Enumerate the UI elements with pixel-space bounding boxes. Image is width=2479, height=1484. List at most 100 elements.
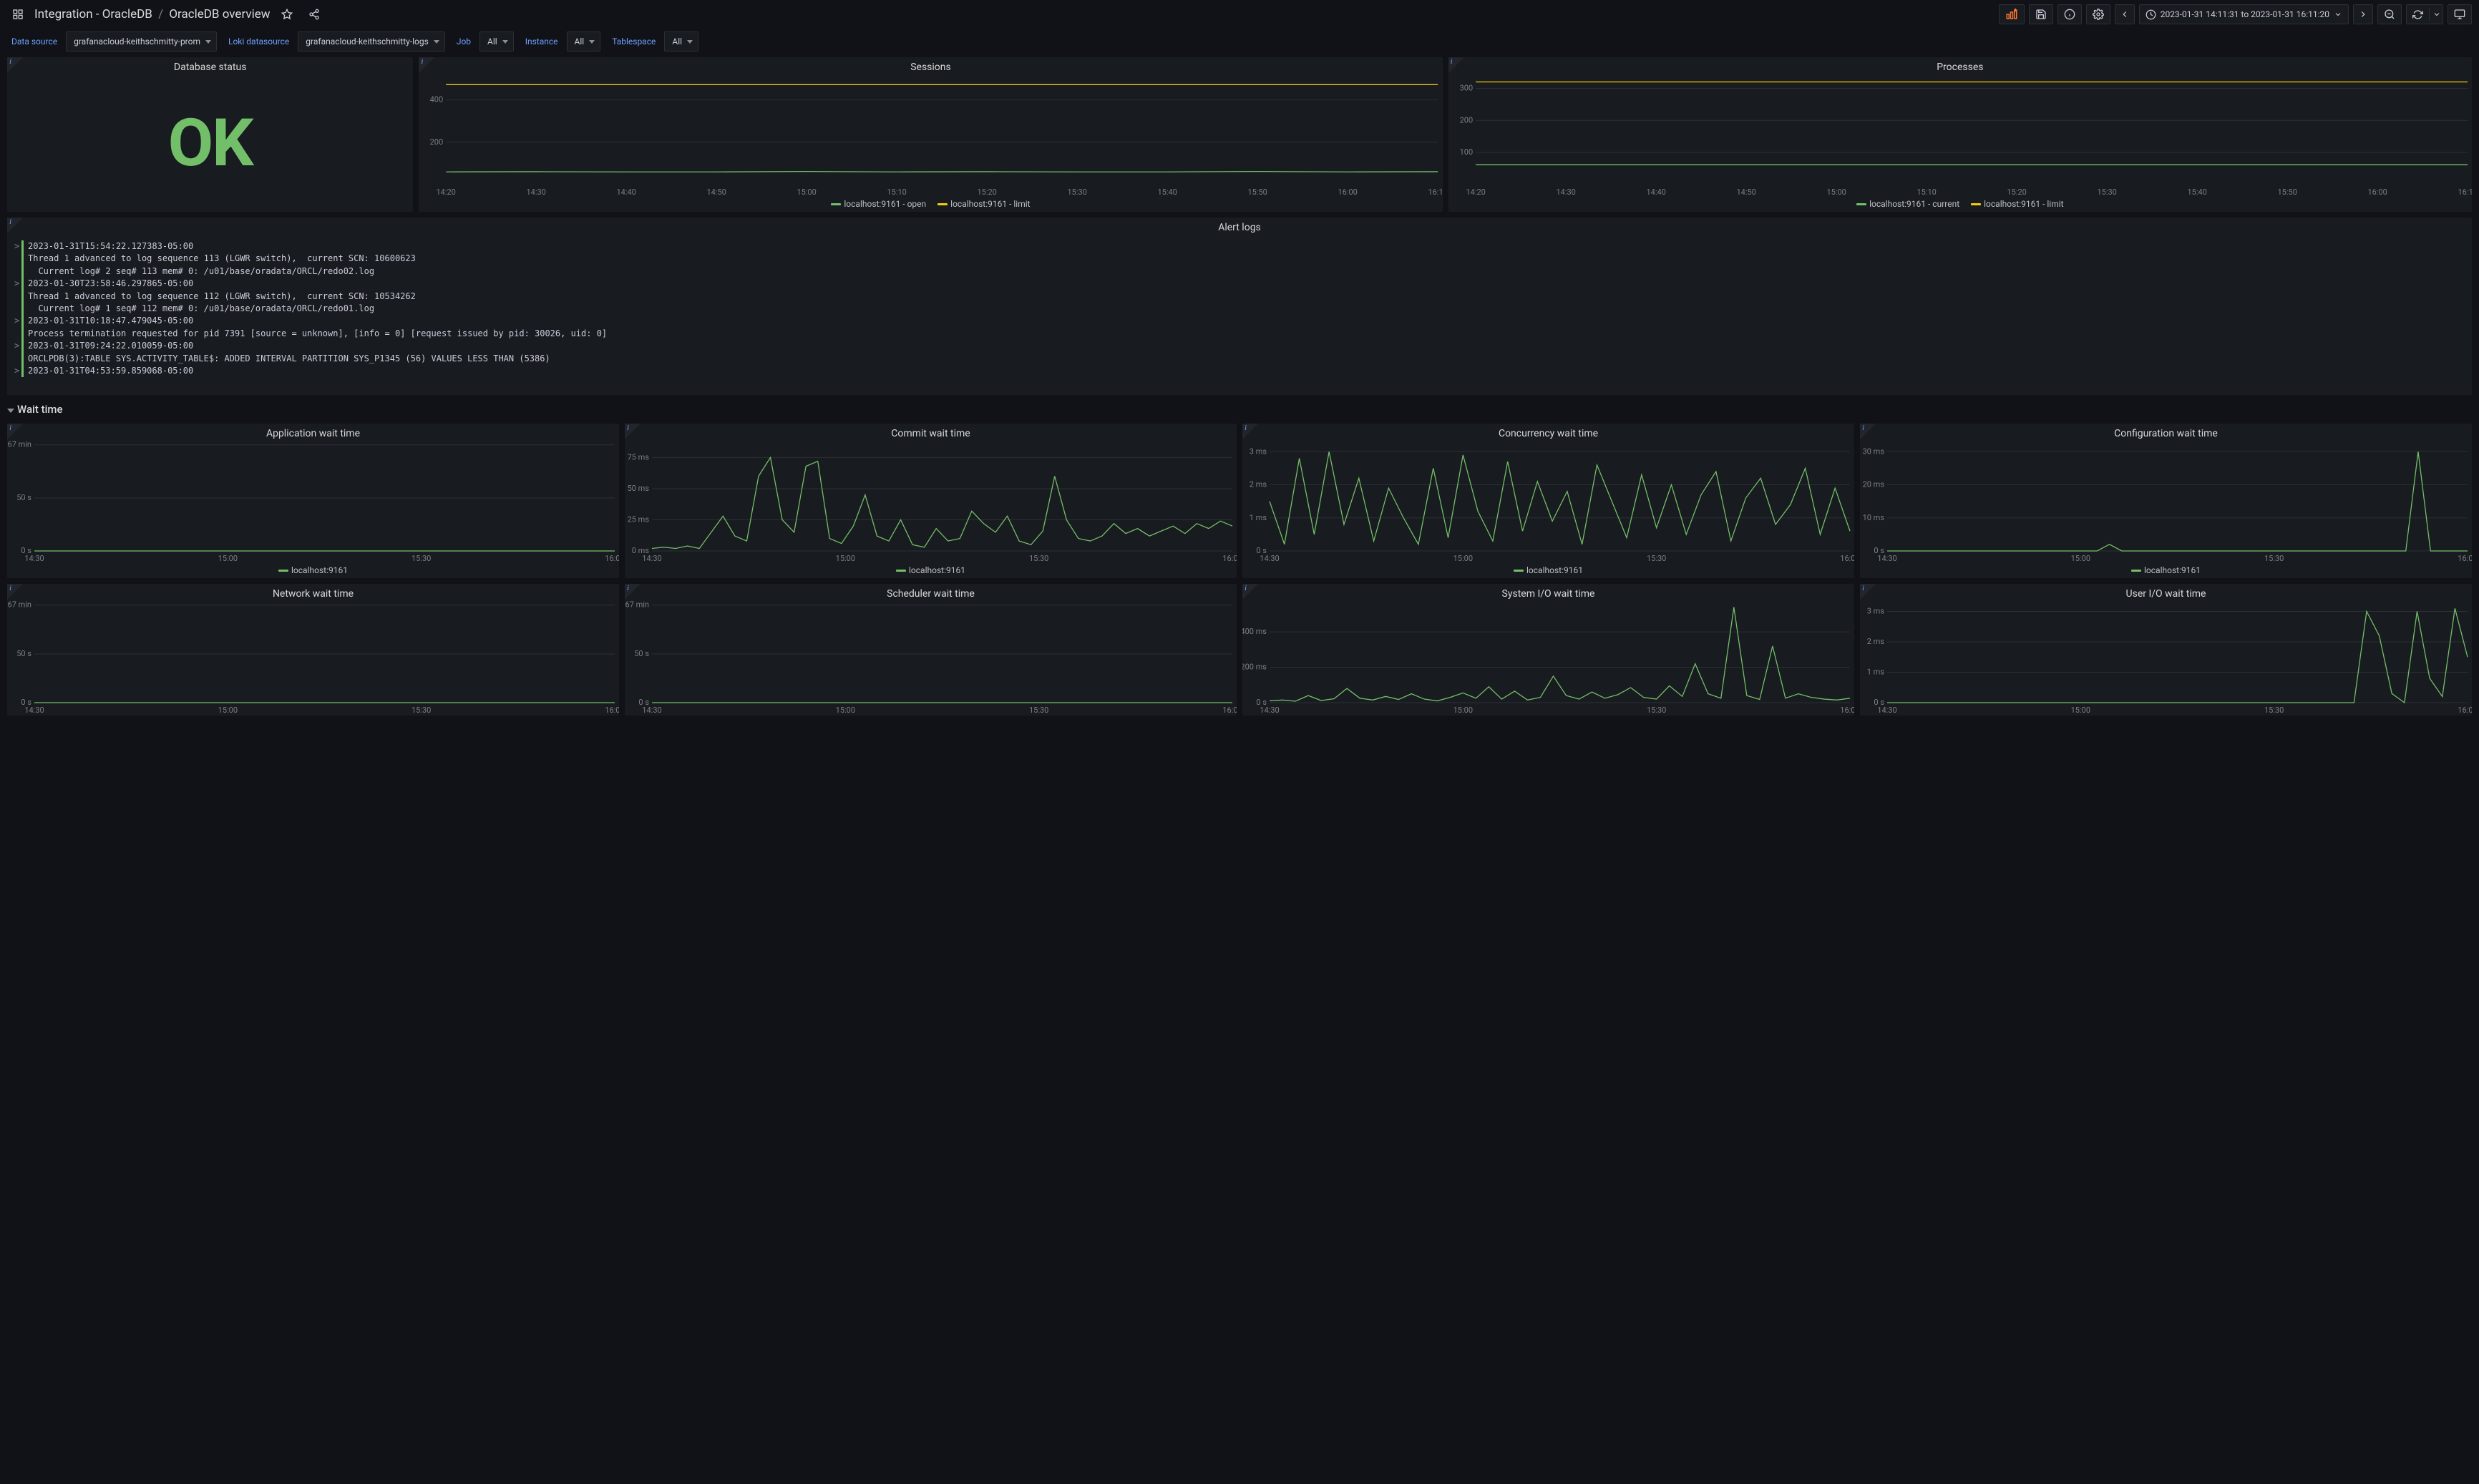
conc-chart[interactable]: 0 s1 ms2 ms3 ms14:3015:0015:3016:00 bbox=[1242, 441, 1854, 564]
tablespace-select[interactable]: All bbox=[664, 31, 698, 52]
time-back-button[interactable] bbox=[2115, 4, 2135, 24]
net-chart[interactable]: 0 s50 s1.67 min14:3015:0015:3016:00 bbox=[7, 601, 619, 716]
svg-text:15:00: 15:00 bbox=[218, 554, 238, 563]
panel-info-icon[interactable]: i bbox=[625, 424, 641, 439]
svg-text:15:00: 15:00 bbox=[1453, 706, 1473, 715]
time-picker[interactable]: 2023-01-31 14:11:31 to 2023-01-31 16:11:… bbox=[2139, 4, 2349, 24]
legend-item[interactable]: localhost:9161 bbox=[896, 565, 965, 575]
share-icon[interactable] bbox=[303, 5, 325, 24]
panel-info-icon[interactable]: i bbox=[7, 424, 23, 439]
commit-chart[interactable]: 0 ms25 ms50 ms75 ms14:3015:0015:3016:00 bbox=[625, 441, 1237, 564]
svg-text:14:30: 14:30 bbox=[1877, 706, 1896, 715]
instance-select[interactable]: All bbox=[567, 31, 601, 52]
legend-item[interactable]: localhost:9161 bbox=[1514, 565, 1583, 575]
svg-text:16:00: 16:00 bbox=[605, 706, 619, 715]
panel-title[interactable]: System I/O wait time bbox=[1242, 584, 1854, 601]
svg-text:14:20: 14:20 bbox=[437, 187, 456, 197]
log-expand-icon[interactable]: > bbox=[14, 240, 21, 278]
refresh-button[interactable] bbox=[2406, 4, 2443, 24]
legend-item[interactable]: localhost:9161 - limit bbox=[937, 199, 1030, 209]
svg-text:14:50: 14:50 bbox=[1736, 187, 1755, 197]
instance-label: Instance bbox=[521, 36, 562, 47]
log-expand-icon[interactable]: > bbox=[14, 365, 21, 377]
breadcrumb-root[interactable]: Integration - OracleDB bbox=[34, 7, 152, 21]
sysio-chart[interactable]: 0 s200 ms400 ms14:3015:0015:3016:00 bbox=[1242, 601, 1854, 716]
panel-title[interactable]: Sessions bbox=[419, 57, 1442, 74]
panel-info-icon[interactable]: i bbox=[7, 218, 23, 233]
panel-info-icon[interactable]: i bbox=[625, 584, 641, 600]
star-icon[interactable] bbox=[276, 5, 298, 24]
panel-title[interactable]: User I/O wait time bbox=[1860, 584, 2472, 601]
panel-title[interactable]: Database status bbox=[7, 57, 413, 74]
svg-text:16:00: 16:00 bbox=[1222, 554, 1237, 563]
apps-icon[interactable] bbox=[7, 5, 29, 24]
legend-item[interactable]: localhost:9161 bbox=[2131, 565, 2201, 575]
log-expand-icon[interactable]: > bbox=[14, 340, 21, 365]
panel-info-icon[interactable]: i bbox=[1860, 584, 1876, 600]
svg-text:20 ms: 20 ms bbox=[1863, 480, 1885, 489]
svg-text:1.67 min: 1.67 min bbox=[7, 601, 31, 610]
panel-info-icon[interactable]: i bbox=[7, 57, 23, 73]
panel-info-icon[interactable]: i bbox=[419, 57, 434, 73]
panel-title[interactable]: Concurrency wait time bbox=[1242, 424, 1854, 441]
breadcrumb-page[interactable]: OracleDB overview bbox=[169, 7, 270, 21]
svg-text:15:50: 15:50 bbox=[1248, 187, 1267, 197]
panel-concurrency-wait: i Concurrency wait time 0 s1 ms2 ms3 ms1… bbox=[1242, 424, 1854, 578]
svg-text:15:00: 15:00 bbox=[1826, 187, 1846, 197]
panel-info-icon[interactable]: i bbox=[1242, 584, 1258, 600]
svg-text:15:30: 15:30 bbox=[411, 706, 431, 715]
panel-info-icon[interactable]: i bbox=[1860, 424, 1876, 439]
svg-text:16:00: 16:00 bbox=[1338, 187, 1358, 197]
svg-text:15:30: 15:30 bbox=[411, 554, 431, 563]
time-forward-button[interactable] bbox=[2353, 4, 2373, 24]
svg-text:400 ms: 400 ms bbox=[1242, 627, 1267, 636]
log-content[interactable]: >2023-01-31T15:54:22.127383-05:00 Thread… bbox=[7, 235, 2472, 383]
panel-info-icon[interactable]: i bbox=[1242, 424, 1258, 439]
tablespace-label: Tablespace bbox=[608, 36, 660, 47]
zoom-out-button[interactable] bbox=[2377, 4, 2402, 24]
svg-text:75 ms: 75 ms bbox=[628, 452, 650, 462]
log-text: 2023-01-31T10:18:47.479045-05:00 Process… bbox=[28, 315, 607, 340]
panel-info-icon[interactable]: i bbox=[1448, 57, 1464, 73]
processes-chart[interactable]: 10020030014:2014:3014:4014:5015:0015:101… bbox=[1448, 74, 2472, 197]
row-wait-time[interactable]: Wait time bbox=[7, 401, 2472, 418]
svg-text:16:00: 16:00 bbox=[1222, 706, 1237, 715]
info-button[interactable] bbox=[2057, 4, 2082, 24]
panel-title[interactable]: Scheduler wait time bbox=[625, 584, 1237, 601]
log-expand-icon[interactable]: > bbox=[14, 315, 21, 340]
log-expand-icon[interactable]: > bbox=[14, 278, 21, 315]
svg-text:15:40: 15:40 bbox=[2187, 187, 2206, 197]
panel-title[interactable]: Network wait time bbox=[7, 584, 619, 601]
legend-item[interactable]: localhost:9161 - current bbox=[1856, 199, 1959, 209]
settings-button[interactable] bbox=[2086, 4, 2110, 24]
svg-text:15:30: 15:30 bbox=[2097, 187, 2116, 197]
loki-select[interactable]: grafanacloud-keithschmitty-logs bbox=[298, 31, 445, 52]
panel-title[interactable]: Commit wait time bbox=[625, 424, 1237, 441]
panel-title[interactable]: Processes bbox=[1448, 57, 2472, 74]
save-button[interactable] bbox=[2029, 4, 2053, 24]
datasource-select[interactable]: grafanacloud-keithschmitty-prom bbox=[66, 31, 217, 52]
svg-text:1.67 min: 1.67 min bbox=[7, 441, 31, 449]
loki-label: Loki datasource bbox=[224, 36, 293, 47]
app-chart[interactable]: 0 s50 s1.67 min14:3015:0015:3016:00 bbox=[7, 441, 619, 564]
svg-text:30 ms: 30 ms bbox=[1863, 446, 1885, 456]
sched-chart[interactable]: 0 s50 s1.67 min14:3015:0015:3016:00 bbox=[625, 601, 1237, 716]
add-panel-button[interactable] bbox=[1999, 4, 2025, 24]
userio-chart[interactable]: 0 s1 ms2 ms3 ms14:3015:0015:3016:00 bbox=[1860, 601, 2472, 716]
svg-text:2 ms: 2 ms bbox=[1250, 480, 1267, 489]
legend-item[interactable]: localhost:9161 - limit bbox=[1971, 199, 2063, 209]
svg-text:15:20: 15:20 bbox=[978, 187, 997, 197]
panel-title[interactable]: Application wait time bbox=[7, 424, 619, 441]
config-chart[interactable]: 0 s10 ms20 ms30 ms14:3015:0015:3016:00 bbox=[1860, 441, 2472, 564]
legend-item[interactable]: localhost:9161 - open bbox=[831, 199, 926, 209]
svg-text:14:30: 14:30 bbox=[24, 706, 44, 715]
panel-system-io-wait: i System I/O wait time 0 s200 ms400 ms14… bbox=[1242, 584, 1854, 716]
svg-text:16:10: 16:10 bbox=[2458, 187, 2472, 197]
panel-info-icon[interactable]: i bbox=[7, 584, 23, 600]
panel-title[interactable]: Configuration wait time bbox=[1860, 424, 2472, 441]
job-select[interactable]: All bbox=[479, 31, 514, 52]
sessions-chart[interactable]: 20040014:2014:3014:4014:5015:0015:1015:2… bbox=[419, 74, 1442, 197]
legend-item[interactable]: localhost:9161 bbox=[278, 565, 348, 575]
tv-mode-button[interactable] bbox=[2448, 4, 2472, 24]
panel-title[interactable]: Alert logs bbox=[7, 218, 2472, 235]
